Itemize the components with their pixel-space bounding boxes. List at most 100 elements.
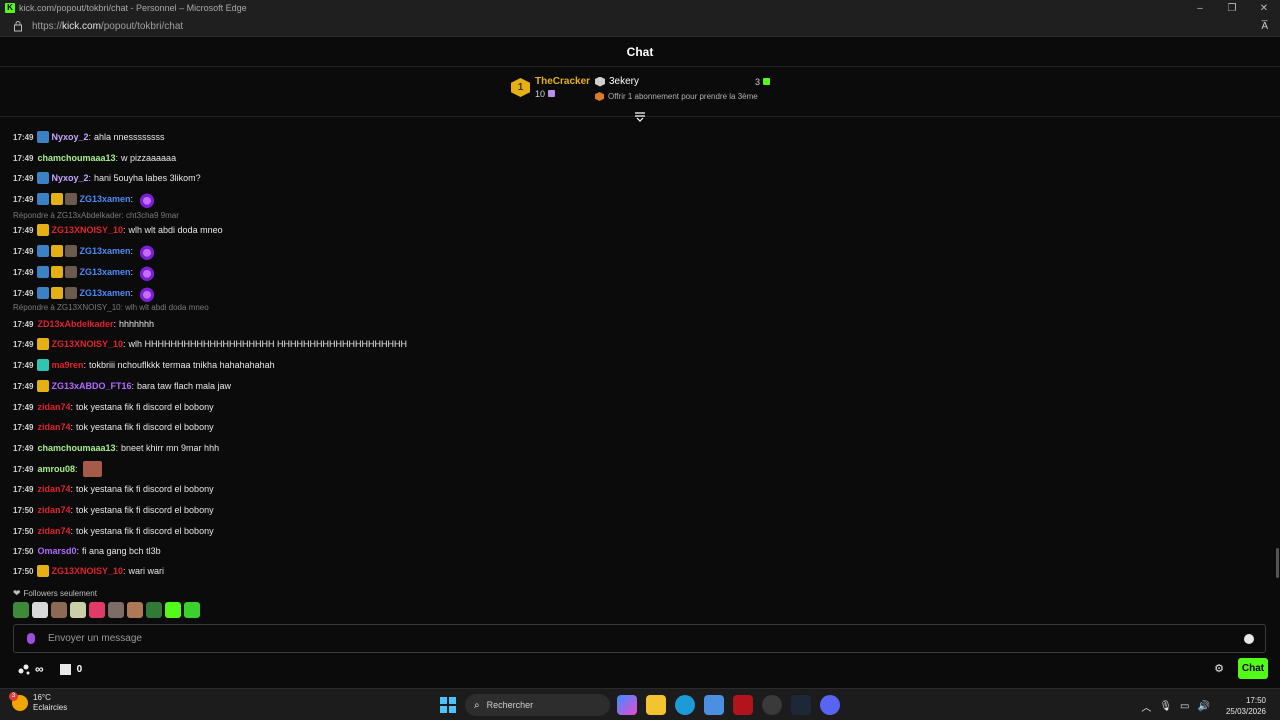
message-username[interactable]: chamchoumaaa13 — [37, 443, 115, 453]
weather-widget[interactable]: 3 16°C Eclaircies — [9, 692, 67, 713]
restore-icon[interactable]: ❐ — [1216, 3, 1248, 14]
gift-box-icon[interactable] — [59, 663, 71, 675]
leaderboard-first[interactable]: 1 TheCracker 10 — [511, 76, 590, 99]
sub-badge-icon — [37, 287, 50, 299]
emote-face1-icon[interactable] — [51, 602, 67, 618]
emote-pepe-icon[interactable] — [13, 602, 29, 618]
chat-message[interactable]: 17:49 Nyxoy_2: ahla nnessssssss — [13, 128, 165, 146]
emote-face2-icon[interactable] — [108, 602, 124, 618]
message-username[interactable]: zidan74 — [37, 526, 70, 536]
message-timestamp: 17:49 — [13, 422, 34, 432]
gear-icon[interactable]: ⚙ — [1214, 662, 1224, 675]
leaderboard-second-count: 3 — [755, 77, 770, 87]
chat-message[interactable]: 17:50 Omarsd0: fi ana gang bch tl3b — [13, 542, 161, 560]
acrobat-icon[interactable] — [733, 695, 753, 715]
message-username[interactable]: ZG13XNOISY_10 — [51, 339, 123, 349]
chat-message[interactable]: 17:49 amrou08: — [13, 460, 102, 478]
chrome-icon[interactable] — [762, 695, 782, 715]
chat-message[interactable]: 17:49 ZG13xamen: — [13, 263, 155, 281]
chat-messages[interactable]: 17:49 Nyxoy_2: ahla nnessssssss 17:49 chamch… — [0, 124, 1276, 582]
message-username[interactable]: ZD13xAbdelkader — [37, 319, 113, 329]
chat-message[interactable]: 17:50 zidan74: tok yestana fik fi discord … — [13, 501, 214, 519]
followers-only-notice: ❤ Followers seulement — [13, 588, 97, 599]
message-username[interactable]: zidan74 — [37, 422, 70, 432]
scrollbar[interactable] — [1276, 548, 1279, 578]
message-username[interactable]: ZG13xamen — [79, 288, 130, 298]
discord-icon[interactable] — [820, 695, 840, 715]
taskbar-search[interactable]: ⌕ Rechercher — [465, 694, 610, 716]
chat-message[interactable]: 17:49 ZG13xABDO_FT16: bara taw flach mala … — [13, 377, 231, 395]
message-username[interactable]: ZG13xamen — [79, 246, 130, 256]
infinity-icon[interactable]: ∞ — [35, 662, 44, 676]
message-input[interactable] — [48, 633, 1244, 644]
steam-icon[interactable] — [791, 695, 811, 715]
emoji-picker-icon[interactable] — [1244, 633, 1254, 644]
message-username[interactable]: amrou08 — [37, 464, 75, 474]
copilot-icon[interactable] — [617, 695, 637, 715]
message-text: wlh HHHHHHHHHHHHHHHHHHHH HHHHHHHHHHHHHHH… — [128, 339, 408, 349]
emote-cool-icon[interactable] — [146, 602, 162, 618]
read-aloud-icon[interactable]: A̅ — [1261, 21, 1268, 32]
emote-face3-icon[interactable] — [127, 602, 143, 618]
chat-message[interactable]: 17:49 ZG13xamen: — [13, 284, 155, 302]
leaderboard-second[interactable]: 3ekery 3 Offrir 1 abonnement pour prendr… — [595, 76, 770, 101]
chat-message[interactable]: 17:49 ma9ren: tokbriii nchouflkkk termaa t… — [13, 356, 275, 374]
message-username[interactable]: zidan74 — [37, 402, 70, 412]
minimize-icon[interactable]: – — [1184, 3, 1216, 14]
chat-message[interactable]: 17:49 zidan74: tok yestana fik fi discord … — [13, 480, 214, 498]
message-username[interactable]: ZG13xamen — [79, 194, 130, 204]
message-username[interactable]: zidan74 — [37, 484, 70, 494]
chat-message[interactable]: 17:49 ZG13xamen: — [13, 242, 155, 260]
chat-message[interactable]: 17:49 ZG13xamen: — [13, 190, 155, 208]
message-username[interactable]: Omarsd0 — [37, 546, 76, 556]
chat-message[interactable]: 17:49 chamchoumaaa13: bneet khirr mn 9mar … — [13, 439, 219, 457]
url-text[interactable]: https://kick.com/popout/tokbri/chat — [32, 21, 1261, 32]
emote-green2-icon[interactable] — [184, 602, 200, 618]
microphone-tray-icon[interactable]: 🎙 — [1159, 701, 1172, 712]
chat-message[interactable]: 17:49 Nyxoy_2: hani 5ouyha labes 3likom? — [13, 169, 201, 187]
message-username[interactable]: ZG13XNOISY_10 — [51, 225, 123, 235]
microphone-icon[interactable] — [27, 633, 35, 644]
message-username[interactable]: Nyxoy_2 — [51, 132, 88, 142]
message-username[interactable]: ZG13xABDO_FT16 — [51, 381, 131, 391]
chat-message[interactable]: 17:49 zidan74: tok yestana fik fi discord … — [13, 398, 214, 416]
username-separator: : — [123, 225, 126, 235]
message-username[interactable]: ma9ren — [51, 360, 83, 370]
clock[interactable]: 17:50 25/03/2026 — [1226, 695, 1266, 717]
message-username[interactable]: ZG13xamen — [79, 267, 130, 277]
chat-message[interactable]: 17:49 zidan74: tok yestana fik fi discord … — [13, 418, 214, 436]
windows-start-icon[interactable] — [440, 697, 456, 713]
chat-message[interactable]: 17:49 ZG13XNOISY_10: wlh wlt abdi doda mne… — [13, 221, 223, 239]
message-username[interactable]: zidan74 — [37, 505, 70, 515]
message-input-box[interactable] — [13, 624, 1266, 653]
message-username[interactable]: ZG13XNOISY_10 — [51, 566, 123, 576]
offer-sub-text[interactable]: Offrir 1 abonnement pour prendre la 3ème — [608, 92, 758, 101]
chat-message[interactable]: 17:49 ZG13XNOISY_10: wlh HHHHHHHHHHHHHHHHH… — [13, 335, 407, 353]
address-bar[interactable]: https://kick.com/popout/tokbri/chat A̅ — [0, 16, 1280, 37]
close-icon[interactable]: ✕ — [1248, 3, 1280, 14]
emote-heart-icon[interactable] — [89, 602, 105, 618]
mod-badge-icon — [37, 359, 50, 371]
emote-green1-icon[interactable] — [165, 602, 181, 618]
chat-message[interactable]: 17:49 ZD13xAbdelkader: hhhhhhh — [13, 315, 154, 333]
volume-icon[interactable]: 🔊 — [1198, 701, 1210, 712]
message-text: hhhhhhh — [119, 319, 155, 329]
chat-message[interactable]: 17:49 chamchoumaaa13: w pizzaaaaaa — [13, 149, 176, 167]
chevron-up-icon[interactable]: ︿ — [1141, 699, 1151, 714]
message-username[interactable]: chamchoumaaa13 — [37, 153, 115, 163]
message-text: wlh wlt abdi doda mneo — [128, 225, 223, 235]
emote-kick-icon[interactable] — [32, 602, 48, 618]
chat-message[interactable]: 17:50 zidan74: tok yestana fik fi discord … — [13, 522, 214, 540]
message-text: bneet khirr mn 9mar hhh — [121, 443, 220, 453]
followers-only-label: Followers seulement — [23, 589, 97, 598]
network-icon[interactable]: ▭ — [1180, 701, 1189, 712]
users-icon[interactable] — [18, 664, 31, 675]
send-chat-button[interactable]: Chat — [1238, 658, 1268, 679]
edge-icon[interactable] — [675, 695, 695, 715]
chat-message[interactable]: 17:50 ZG13XNOISY_10: wari wari — [13, 562, 164, 580]
file-explorer-icon[interactable] — [646, 695, 666, 715]
collapse-pinned-icon[interactable] — [634, 112, 646, 122]
emote-hand-icon[interactable] — [70, 602, 86, 618]
store-icon[interactable] — [704, 695, 724, 715]
message-username[interactable]: Nyxoy_2 — [51, 173, 88, 183]
